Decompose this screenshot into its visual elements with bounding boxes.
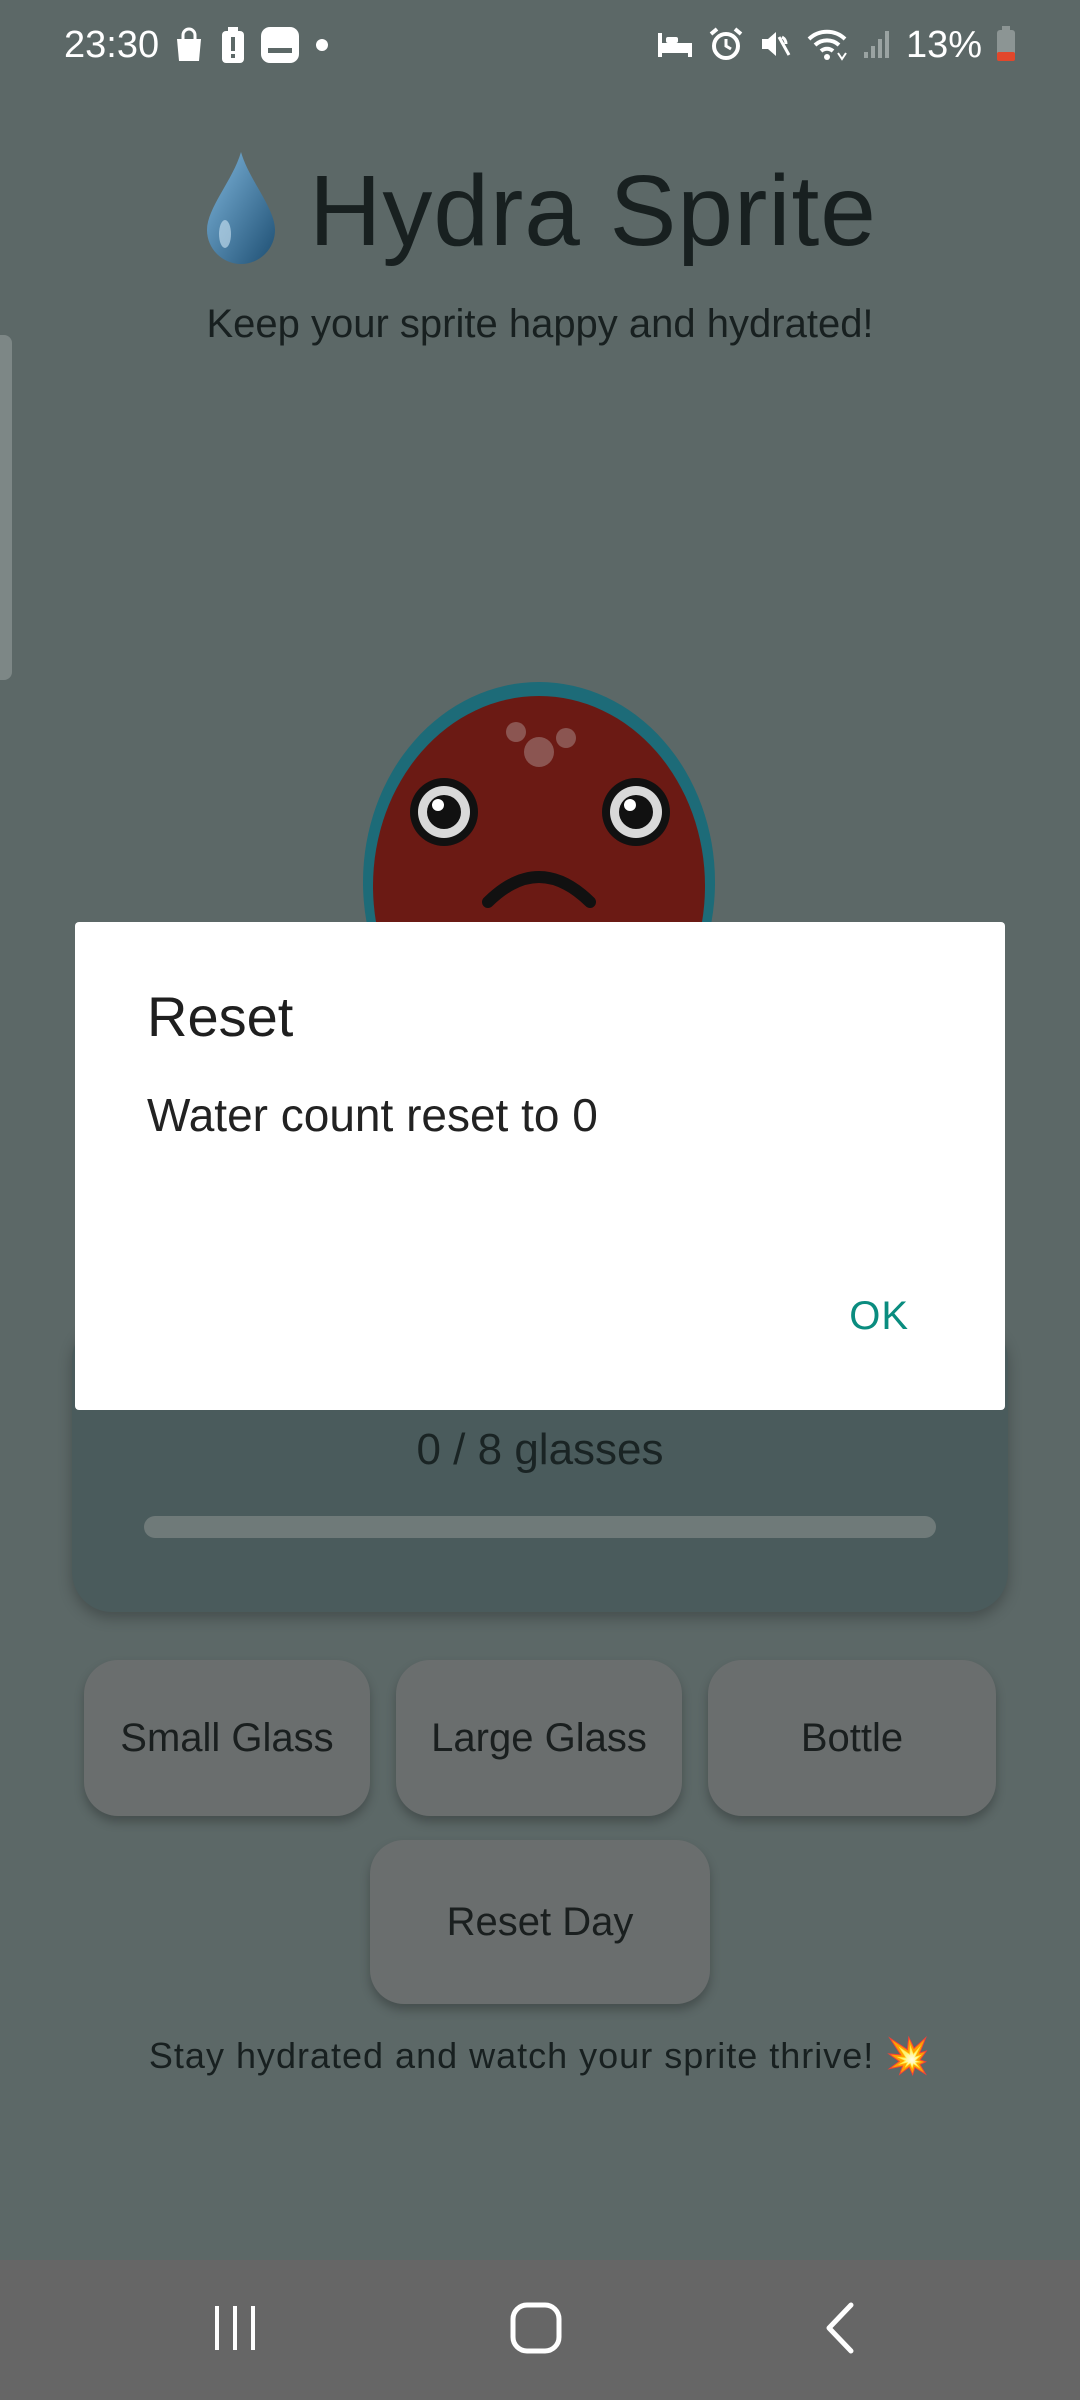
back-button[interactable] [796, 2290, 886, 2370]
progress-bar [144, 1516, 936, 1538]
app-header: Hydra Sprite Keep your sprite happy and … [0, 150, 1080, 347]
dot-icon [314, 37, 330, 57]
home-icon [509, 2301, 563, 2359]
edge-panel-handle[interactable] [0, 335, 12, 680]
water-drop-icon [203, 150, 279, 272]
alarm-icon [708, 26, 744, 66]
sprite-bubble [556, 728, 576, 748]
wifi-icon [806, 27, 848, 65]
app-title: Hydra Sprite [309, 154, 877, 267]
signal-icon [862, 28, 892, 64]
reset-dialog: Reset Water count reset to 0 OK [75, 922, 1005, 1410]
status-time: 23:30 [64, 24, 160, 66]
navigation-bar [0, 2260, 1080, 2400]
battery-icon [996, 25, 1016, 66]
title-row: Hydra Sprite [0, 150, 1080, 272]
gallery-icon [260, 26, 300, 68]
reset-day-button[interactable]: Reset Day [370, 1840, 710, 2004]
bottle-button[interactable]: Bottle [708, 1660, 996, 1816]
battery-alert-icon [220, 26, 246, 68]
dialog-ok-button[interactable]: OK [849, 1294, 909, 1339]
notification-icons [172, 26, 330, 68]
recent-apps-button[interactable] [190, 2290, 280, 2370]
dialog-message: Water count reset to 0 [147, 1089, 598, 1141]
battery-percent: 13% [905, 24, 982, 66]
shopping-bag-icon [172, 27, 206, 67]
app-subtitle: Keep your sprite happy and hydrated! [206, 302, 874, 346]
sprite-bubble [506, 722, 526, 742]
large-glass-button[interactable]: Large Glass [396, 1660, 682, 1816]
bed-icon [656, 29, 694, 63]
home-button[interactable] [491, 2290, 581, 2370]
system-icons: 13% [656, 24, 1016, 67]
recent-apps-icon [207, 2302, 263, 2358]
glasses-count: 0 / 8 glasses [416, 1425, 664, 1474]
status-bar: 23:30 13% [0, 0, 1080, 96]
small-glass-button[interactable]: Small Glass [84, 1660, 370, 1816]
dialog-title: Reset [147, 985, 294, 1048]
mute-icon [758, 27, 792, 65]
footer-message: Stay hydrated and watch your sprite thri… [148, 2035, 932, 2076]
sprite-bubble [524, 737, 554, 767]
back-icon [821, 2301, 861, 2359]
